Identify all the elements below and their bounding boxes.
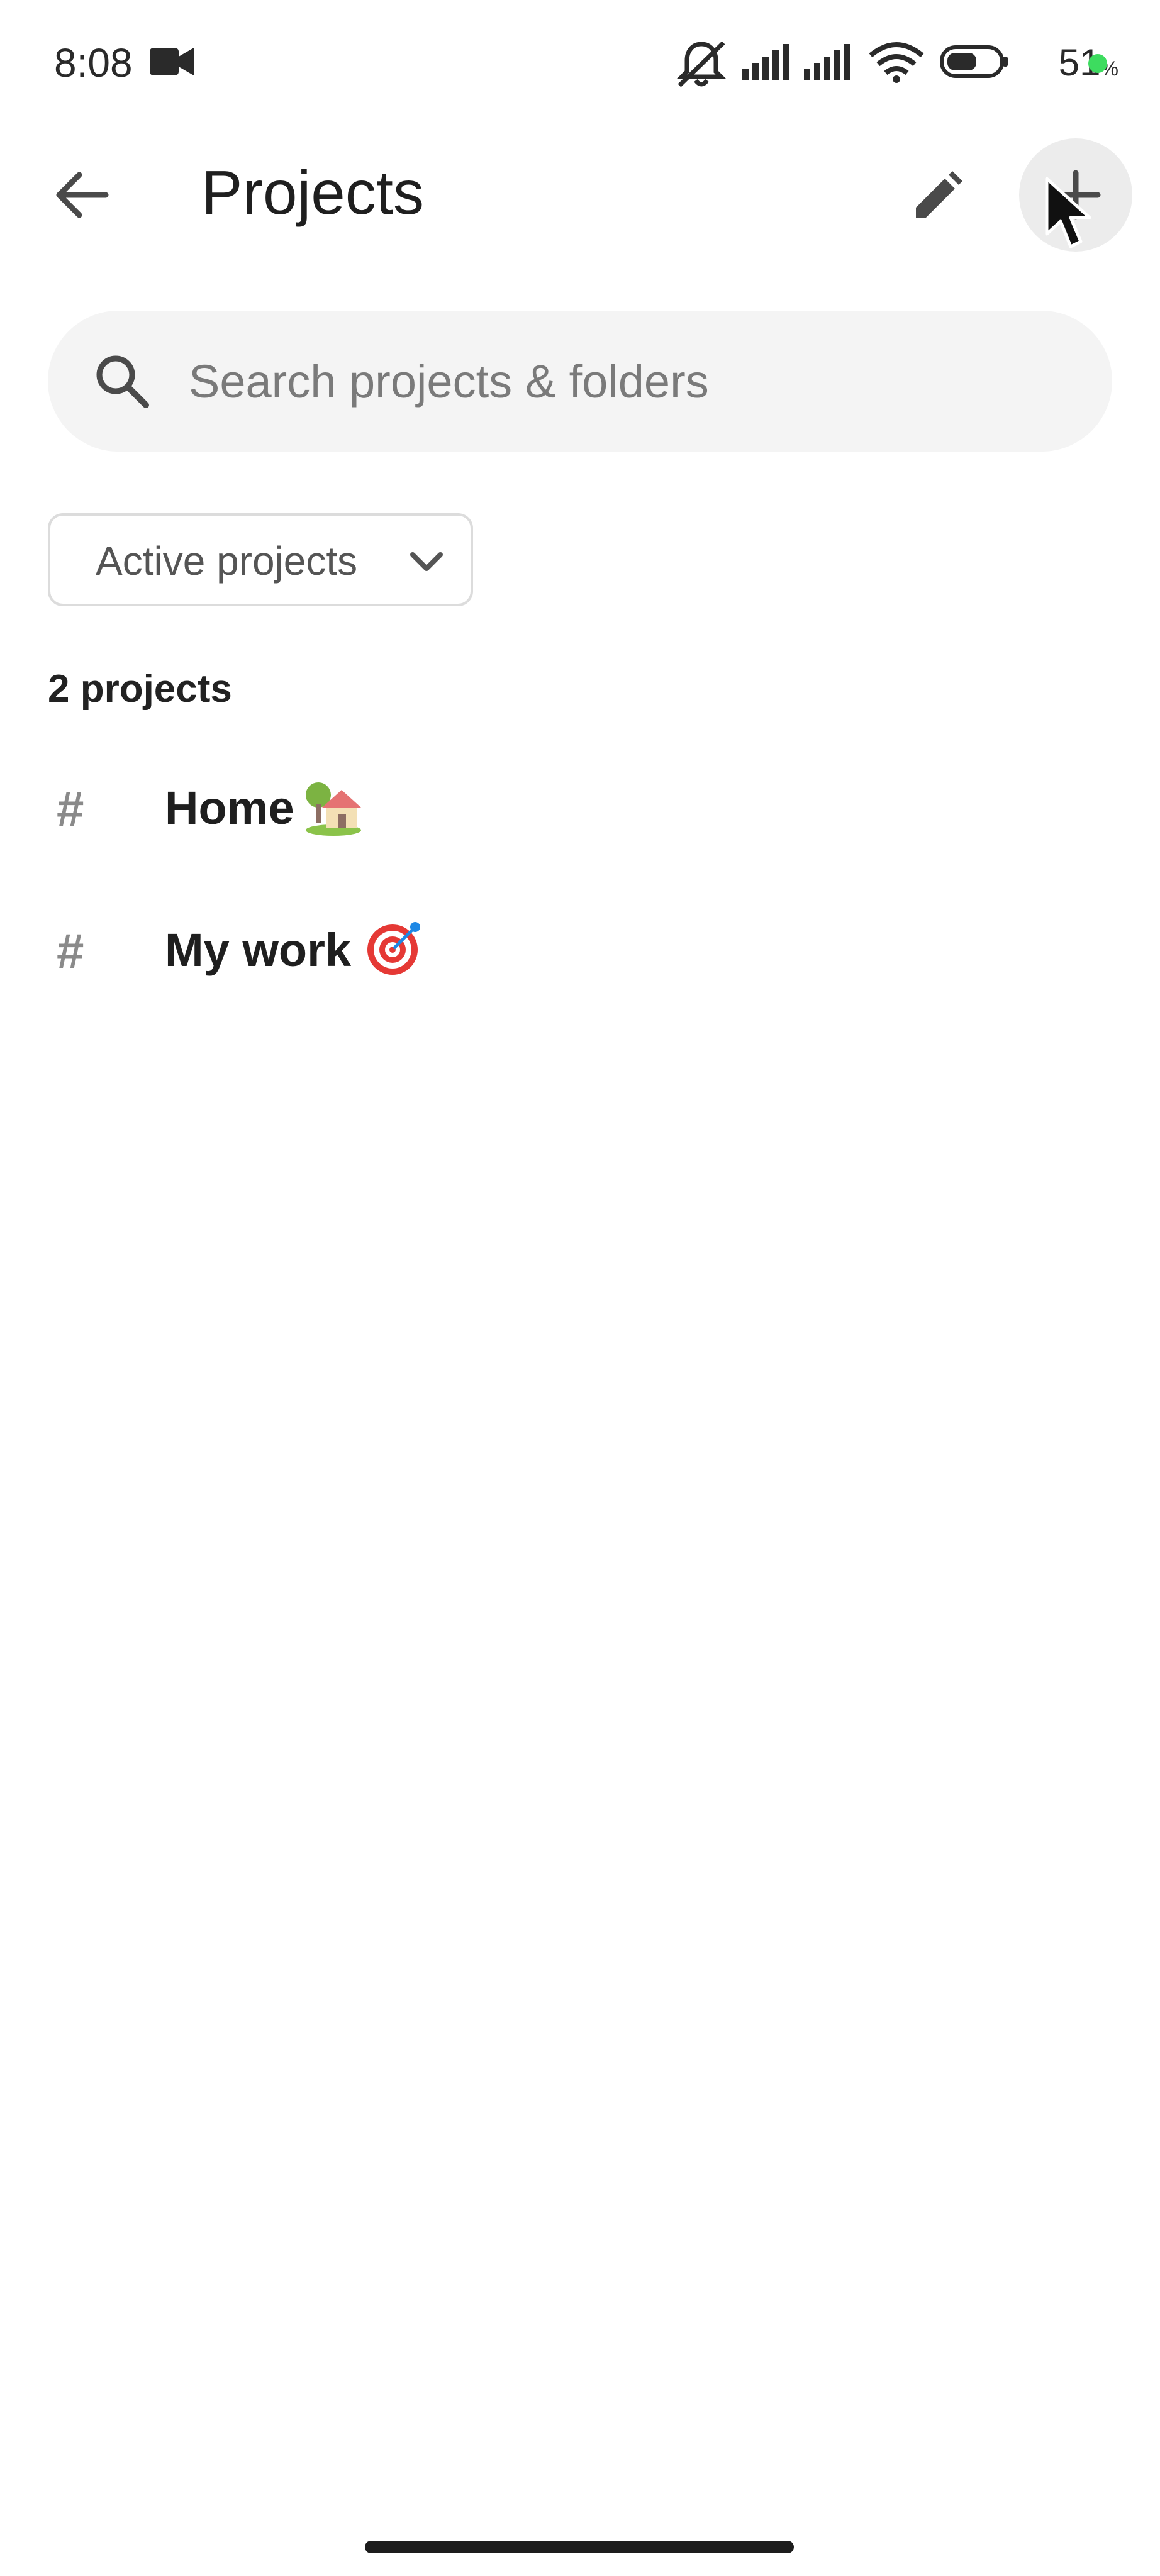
page-title: Projects xyxy=(201,158,425,227)
project-filter-dropdown[interactable]: Active projects xyxy=(48,513,473,606)
project-name: My work xyxy=(165,924,352,976)
signal-icon xyxy=(742,44,789,80)
app-header: Projects xyxy=(0,126,1160,264)
hash-icon: # xyxy=(57,781,84,836)
mouse-cursor-icon xyxy=(1045,177,1091,248)
project-count: 2 projects xyxy=(48,667,232,711)
notifications-muted-icon xyxy=(676,41,727,87)
list-item-project-my-work[interactable]: # My work xyxy=(0,888,1160,1014)
pencil-icon[interactable] xyxy=(897,157,973,233)
privacy-indicator-dot xyxy=(1088,54,1107,73)
project-name: Home xyxy=(165,782,294,834)
signal-icon xyxy=(804,44,850,80)
arrow-left-icon[interactable] xyxy=(44,157,120,233)
status-time: 8:08 xyxy=(54,40,133,86)
target-emoji xyxy=(367,922,420,975)
home-indicator[interactable] xyxy=(365,2541,794,2553)
house-with-garden-emoji xyxy=(306,782,361,836)
hash-icon: # xyxy=(57,923,84,979)
search-input[interactable] xyxy=(189,311,1069,452)
status-bar: 8:08 51% xyxy=(0,0,1160,126)
wifi-icon xyxy=(869,42,924,83)
chevron-down-icon xyxy=(410,552,443,571)
battery-icon xyxy=(940,45,1008,78)
list-item-project-home[interactable]: # Home xyxy=(0,746,1160,872)
filter-label: Active projects xyxy=(96,538,358,584)
search-bar[interactable] xyxy=(48,311,1112,452)
search-icon xyxy=(96,355,149,408)
video-camera-icon xyxy=(150,48,194,75)
